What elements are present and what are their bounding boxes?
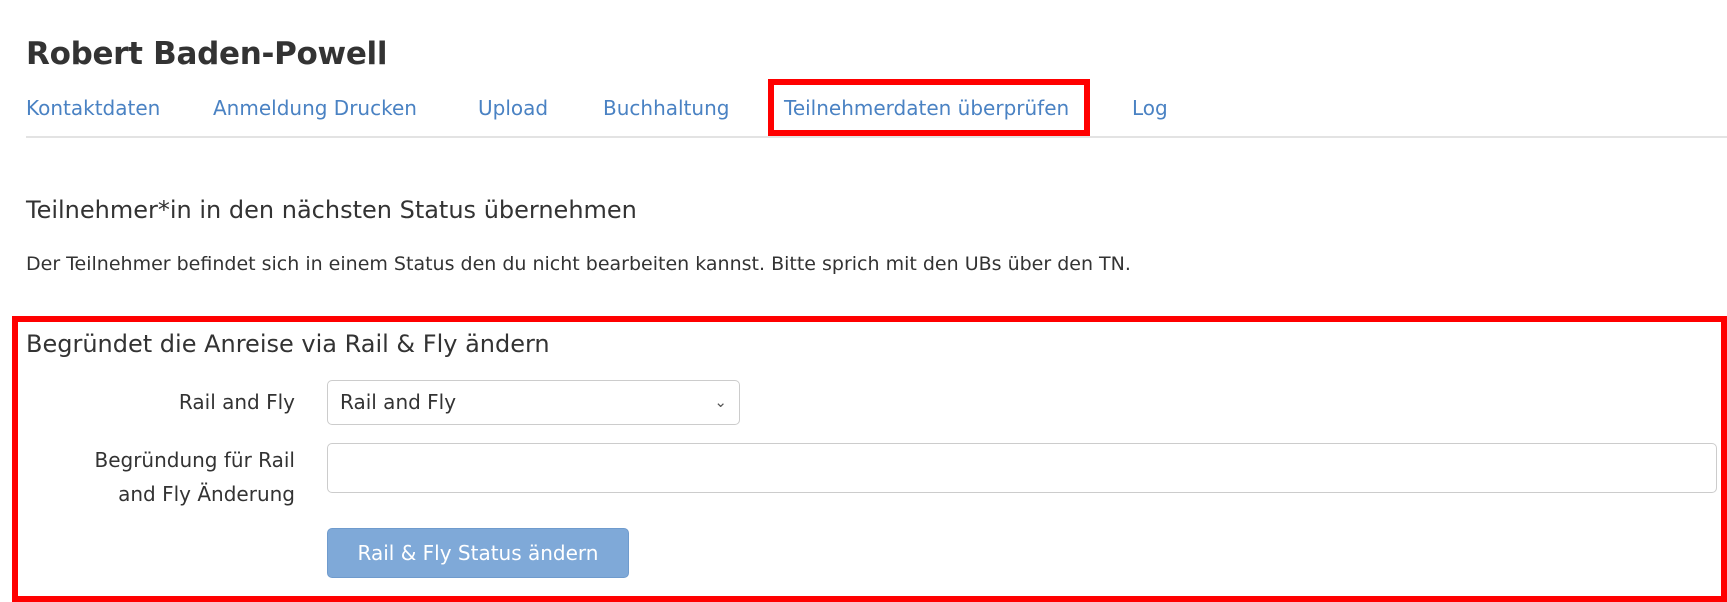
status-message: Der Teilnehmer befindet sich in einem St…	[26, 253, 1131, 275]
reason-field-label-line2: and Fly Änderung	[118, 482, 295, 506]
reason-input[interactable]	[327, 443, 1717, 493]
rail-fly-submit-button[interactable]: Rail & Fly Status ändern	[327, 528, 629, 578]
tab-anmeldung-drucken[interactable]: Anmeldung Drucken	[213, 96, 417, 120]
tab-upload[interactable]: Upload	[478, 96, 548, 120]
rail-fly-select-value: Rail and Fly	[340, 390, 457, 414]
highlight-box-active-tab	[768, 79, 1090, 136]
tab-kontaktdaten[interactable]: Kontaktdaten	[26, 96, 160, 120]
page-title: Robert Baden-Powell	[26, 36, 388, 72]
tab-buchhaltung[interactable]: Buchhaltung	[603, 96, 729, 120]
tab-log[interactable]: Log	[1132, 96, 1168, 120]
rail-fly-heading: Begründet die Anreise via Rail & Fly änd…	[26, 330, 550, 358]
rail-fly-select[interactable]: Rail and Fly ⌄	[327, 380, 740, 425]
chevron-down-icon: ⌄	[714, 393, 727, 411]
rail-fly-select-label: Rail and Fly	[178, 390, 295, 414]
page: Robert Baden-Powell Kontaktdaten Anmeldu…	[0, 0, 1727, 602]
status-heading: Teilnehmer*in in den nächsten Status übe…	[26, 196, 637, 224]
reason-field-label: Begründung für Rail and Fly Änderung	[40, 443, 295, 511]
reason-field-label-line1: Begründung für Rail	[94, 448, 295, 472]
